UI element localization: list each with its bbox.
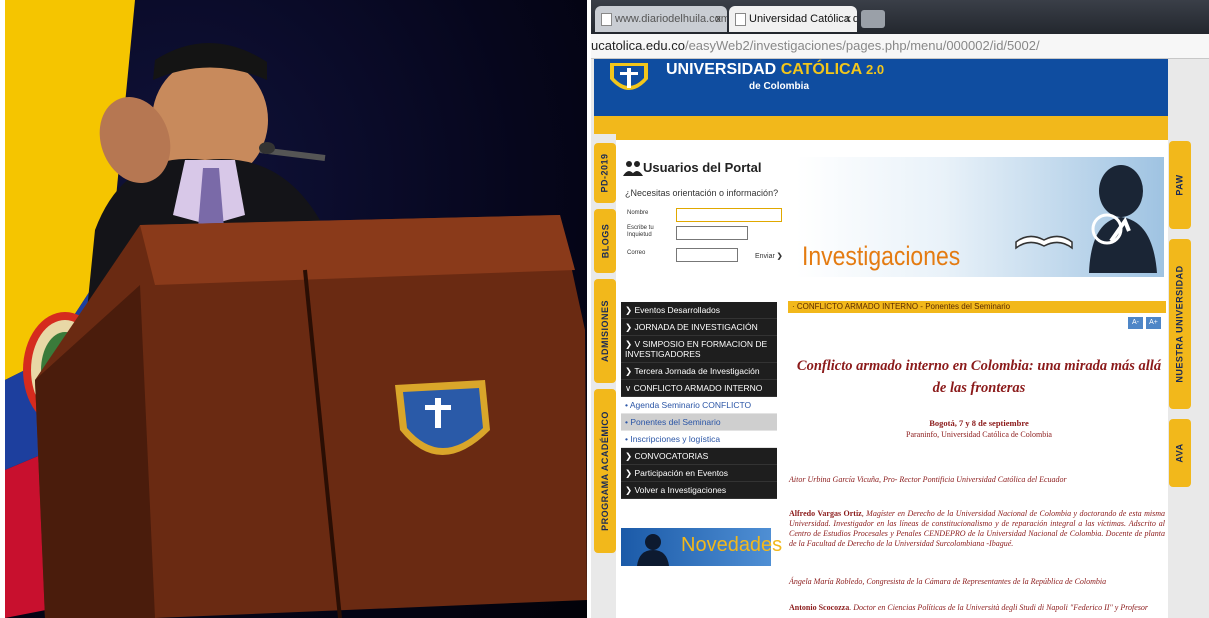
side-tab-blogs[interactable]: BLOGS [594, 209, 616, 273]
portal-users-title: Usuarios del Portal [643, 160, 762, 175]
banner-title: Investigaciones [802, 241, 961, 271]
side-tab-pd2019[interactable]: PD-2019 [594, 143, 616, 203]
speaker-paragraph: Ángela María Robledo, Congresista de la … [789, 577, 1107, 586]
article-title: Conflicto armado interno en Colombia: un… [796, 358, 1162, 396]
side-tab-ava[interactable]: AVA [1169, 419, 1191, 487]
novedades-banner[interactable]: Novedades [621, 528, 782, 566]
menu-item-eventos-desarrollados[interactable]: ❯ Eventos Desarrollados [621, 302, 777, 319]
close-icon[interactable]: x [716, 6, 722, 32]
tab-bar: www.diariodelhuila.com x Universidad Cat… [591, 0, 1209, 34]
concern-label: Escribe tu Inquietud [627, 225, 654, 238]
tab-diariodelhuila[interactable]: www.diariodelhuila.com x [595, 6, 727, 32]
menu-item-tercera-jornada[interactable]: ❯ Tercera Jornada de Investigación [621, 363, 777, 380]
breadcrumb: · CONFLICTO ARMADO INTERNO - Ponentes de… [788, 301, 1166, 313]
send-button[interactable]: Enviar ❯ [755, 252, 783, 260]
portal-users-box: Usuarios del Portal ¿Necesitas orientaci… [621, 154, 783, 264]
side-tab-nuestra-universidad[interactable]: NUESTRA UNIVERSIDAD [1169, 239, 1191, 409]
side-menu: ❯ Eventos Desarrollados ❯ JORNADA DE INV… [621, 302, 777, 499]
url-path: /easyWeb2/investigaciones/pages.php/menu… [684, 38, 1040, 53]
new-tab-button[interactable] [861, 10, 885, 28]
tab-label: www.diariodelhuila.com [615, 13, 727, 25]
speaker-paragraph: Alfredo Vargas Ortiz, Magíster en Derech… [789, 509, 1166, 548]
menu-item-participacion-eventos[interactable]: ❯ Participación en Eventos [621, 465, 777, 482]
header-band [594, 116, 1168, 134]
address-bar[interactable]: ucatolica.edu.co/easyWeb2/investigacione… [591, 34, 1209, 59]
page-icon [601, 13, 612, 26]
menu-item-jornada-investigacion[interactable]: ❯ JORNADA DE INVESTIGACIÓN [621, 319, 777, 336]
article-date: Bogotá, 7 y 8 de septiembre [929, 418, 1029, 428]
email-input[interactable] [676, 248, 738, 262]
email-label: Correo [627, 250, 646, 256]
article-venue: Paraninfo, Universidad Católica de Colom… [906, 430, 1052, 439]
page-viewport: UNIVERSIDAD CATÓLICA 2.0 de Colombia PD-… [591, 59, 1209, 618]
menu-item-ponentes-seminario[interactable]: • Ponentes del Seminario [621, 414, 777, 431]
side-tab-programa-academico[interactable]: PROGRAMA ACADÉMICO [594, 389, 616, 553]
university-name: UNIVERSIDAD CATÓLICA 2.0 [666, 61, 885, 78]
tab-ucatolica[interactable]: Universidad Católica de C x [729, 6, 857, 32]
portal-users-question: ¿Necesitas orientación o información? [625, 188, 779, 198]
url-host: ucatolica.edu.co [591, 38, 685, 53]
book-icon [1015, 235, 1073, 250]
font-decrease-button[interactable]: A- [1128, 317, 1143, 329]
name-input[interactable] [676, 208, 782, 222]
speaker-paragraph: Antonio Scocozza. Doctor en Ciencias Pol… [789, 603, 1149, 612]
concern-input[interactable] [676, 226, 748, 240]
side-tab-admisiones[interactable]: ADMISIONES [594, 279, 616, 383]
novedades-label: Novedades [681, 534, 783, 556]
name-label: Nombre [627, 210, 649, 216]
university-subtitle: de Colombia [749, 81, 810, 92]
tab-label: Universidad Católica de C [749, 13, 857, 25]
site-header: UNIVERSIDAD CATÓLICA 2.0 de Colombia [594, 59, 1168, 116]
menu-item-agenda-seminario[interactable]: • Agenda Seminario CONFLICTO [621, 397, 777, 414]
speaker-photo [5, 0, 587, 618]
close-icon[interactable]: x [846, 6, 852, 32]
menu-item-inscripciones[interactable]: • Inscripciones y logística [621, 431, 777, 448]
menu-item-v-simposio[interactable]: ❯ V SIMPOSIO EN FORMACION DE INVESTIGADO… [621, 336, 777, 363]
users-icon [623, 161, 643, 176]
side-tab-paw[interactable]: PAW [1169, 141, 1191, 229]
speaker-paragraph: Aitor Urbina García Vicuña, Pro- Rector … [789, 475, 1067, 484]
browser-window: www.diariodelhuila.com x Universidad Cat… [591, 0, 1209, 618]
researcher-silhouette-icon [1089, 165, 1157, 273]
menu-item-conflicto-armado[interactable]: ∨ CONFLICTO ARMADO INTERNO [621, 380, 777, 397]
person-silhouette-icon [637, 534, 669, 566]
university-logo[interactable] [604, 61, 654, 99]
font-increase-button[interactable]: A+ [1146, 317, 1161, 329]
menu-item-volver-investigaciones[interactable]: ❯ Volver a Investigaciones [621, 482, 777, 499]
investigaciones-banner: Investigaciones [796, 157, 1164, 277]
menu-item-convocatorias[interactable]: ❯ CONVOCATORIAS [621, 448, 777, 465]
page-icon [735, 13, 746, 26]
